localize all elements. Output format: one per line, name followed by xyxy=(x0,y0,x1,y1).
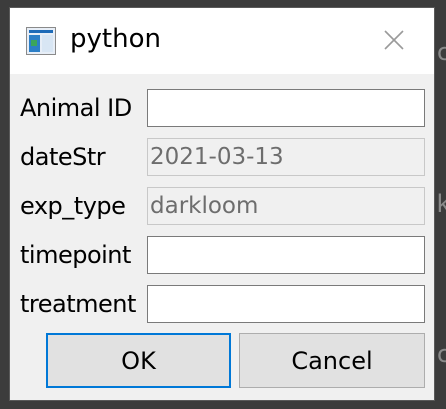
title-bar: python xyxy=(10,8,434,74)
ok-button[interactable]: OK xyxy=(46,333,231,388)
window-title: python xyxy=(70,24,161,54)
input-dialog: python Animal ID dateStr exp_type timepo… xyxy=(10,8,434,400)
python-app-icon xyxy=(26,27,56,55)
datestr-input xyxy=(147,138,425,176)
field-label-animal-id: Animal ID xyxy=(20,94,132,122)
animal-id-input[interactable] xyxy=(147,89,425,127)
close-icon[interactable] xyxy=(382,28,406,52)
field-label-exp-type: exp_type xyxy=(20,192,126,220)
background-glyph: c xyxy=(436,340,446,368)
background-glyph: k xyxy=(436,190,446,218)
treatment-input[interactable] xyxy=(147,285,425,323)
background-glyph: c xyxy=(436,38,446,66)
field-label-datestr: dateStr xyxy=(20,143,106,171)
field-label-treatment: treatment xyxy=(20,290,136,318)
exp-type-input xyxy=(147,187,425,225)
cancel-button[interactable]: Cancel xyxy=(239,333,425,388)
field-label-timepoint: timepoint xyxy=(20,241,131,269)
timepoint-input[interactable] xyxy=(147,236,425,274)
